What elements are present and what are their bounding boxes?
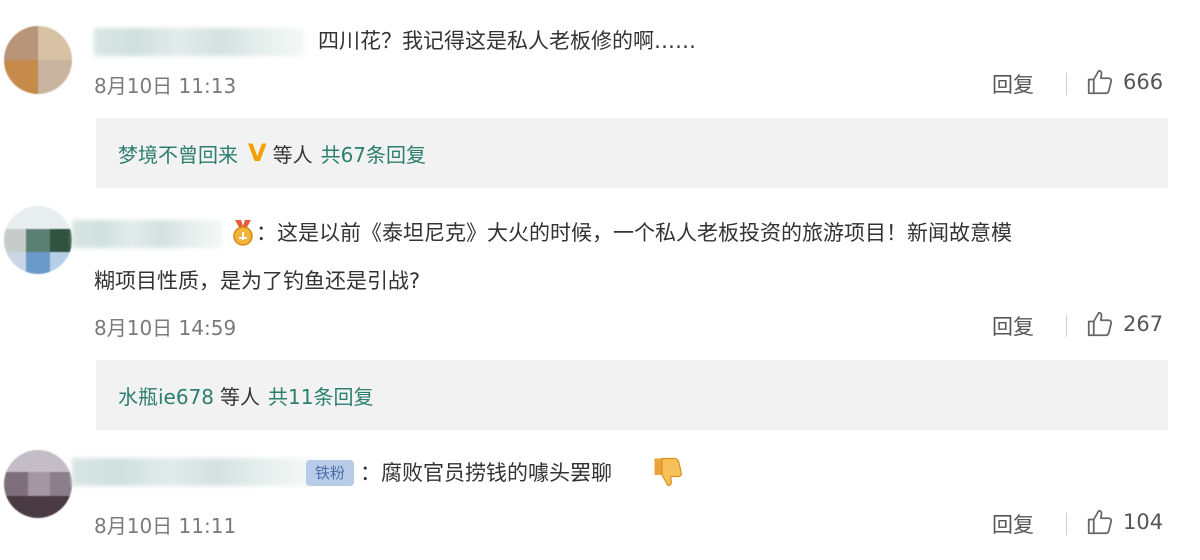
replies-summary[interactable]: 梦境不曾回来 V 等人 共67条回复 [96, 118, 1168, 188]
timestamp: 8月10日 11:11 [94, 514, 237, 538]
comment-text: 四川花？我记得这是私人老板修的啊…… [318, 29, 696, 53]
like-button[interactable]: 666 [1085, 67, 1163, 97]
comment-text: ：腐败官员捞钱的噱头罢聊 [360, 461, 612, 485]
medal-icon [233, 220, 253, 246]
reply-count-link[interactable]: 共67条回复 [321, 139, 426, 168]
username-blurred[interactable] [94, 28, 304, 56]
comment-text-line1: ：这是以前《泰坦尼克》大火的时候，一个私人老板投资的旅游项目！新闻故意模 [256, 221, 1012, 245]
avatar[interactable] [4, 26, 72, 94]
username-blurred[interactable] [72, 458, 312, 486]
comment-1: 四川花？我记得这是私人老板修的啊…… 8月10日 11:13 回复 666 梦境… [0, 0, 1200, 200]
like-count: 267 [1123, 312, 1164, 336]
replies-summary[interactable]: 水瓶ie678 等人 共11条回复 [96, 360, 1168, 430]
thumbs-up-icon [1087, 311, 1113, 337]
like-count: 104 [1123, 510, 1164, 534]
like-button[interactable]: 267 [1085, 309, 1163, 339]
thumbs-up-icon [1087, 69, 1113, 95]
reply-user-link[interactable]: 水瓶ie678 [118, 381, 214, 410]
reply-user-link[interactable]: 梦境不曾回来 [118, 139, 238, 168]
divider [1066, 73, 1067, 95]
avatar[interactable] [4, 450, 72, 518]
reply-button[interactable]: 回复 [992, 69, 1034, 99]
fan-badge: 铁粉 [306, 460, 354, 486]
thumbs-down-icon [654, 457, 683, 487]
reply-etc-label: 等人 [220, 384, 261, 409]
comment-2: ：这是以前《泰坦尼克》大火的时候，一个私人老板投资的旅游项目！新闻故意模 糊项目… [0, 200, 1200, 440]
like-button[interactable]: 104 [1085, 507, 1163, 537]
divider [1066, 315, 1067, 337]
like-count: 666 [1123, 70, 1164, 94]
reply-button[interactable]: 回复 [992, 509, 1034, 539]
comment-3: 铁粉 ：腐败官员捞钱的噱头罢聊 8月10日 11:11 回复 104 [0, 440, 1200, 560]
username-blurred[interactable] [72, 220, 222, 248]
reply-count-link[interactable]: 共11条回复 [268, 381, 373, 410]
reply-button[interactable]: 回复 [992, 311, 1034, 341]
timestamp: 8月10日 14:59 [94, 316, 237, 340]
divider [1066, 513, 1067, 535]
avatar[interactable] [4, 206, 72, 274]
thumbs-up-icon [1087, 509, 1113, 535]
comment-text-line2: 糊项目性质，是为了钓鱼还是引战? [94, 269, 421, 293]
verified-icon: V [248, 139, 267, 167]
timestamp: 8月10日 11:13 [94, 74, 237, 98]
reply-etc-label: 等人 [272, 142, 313, 167]
